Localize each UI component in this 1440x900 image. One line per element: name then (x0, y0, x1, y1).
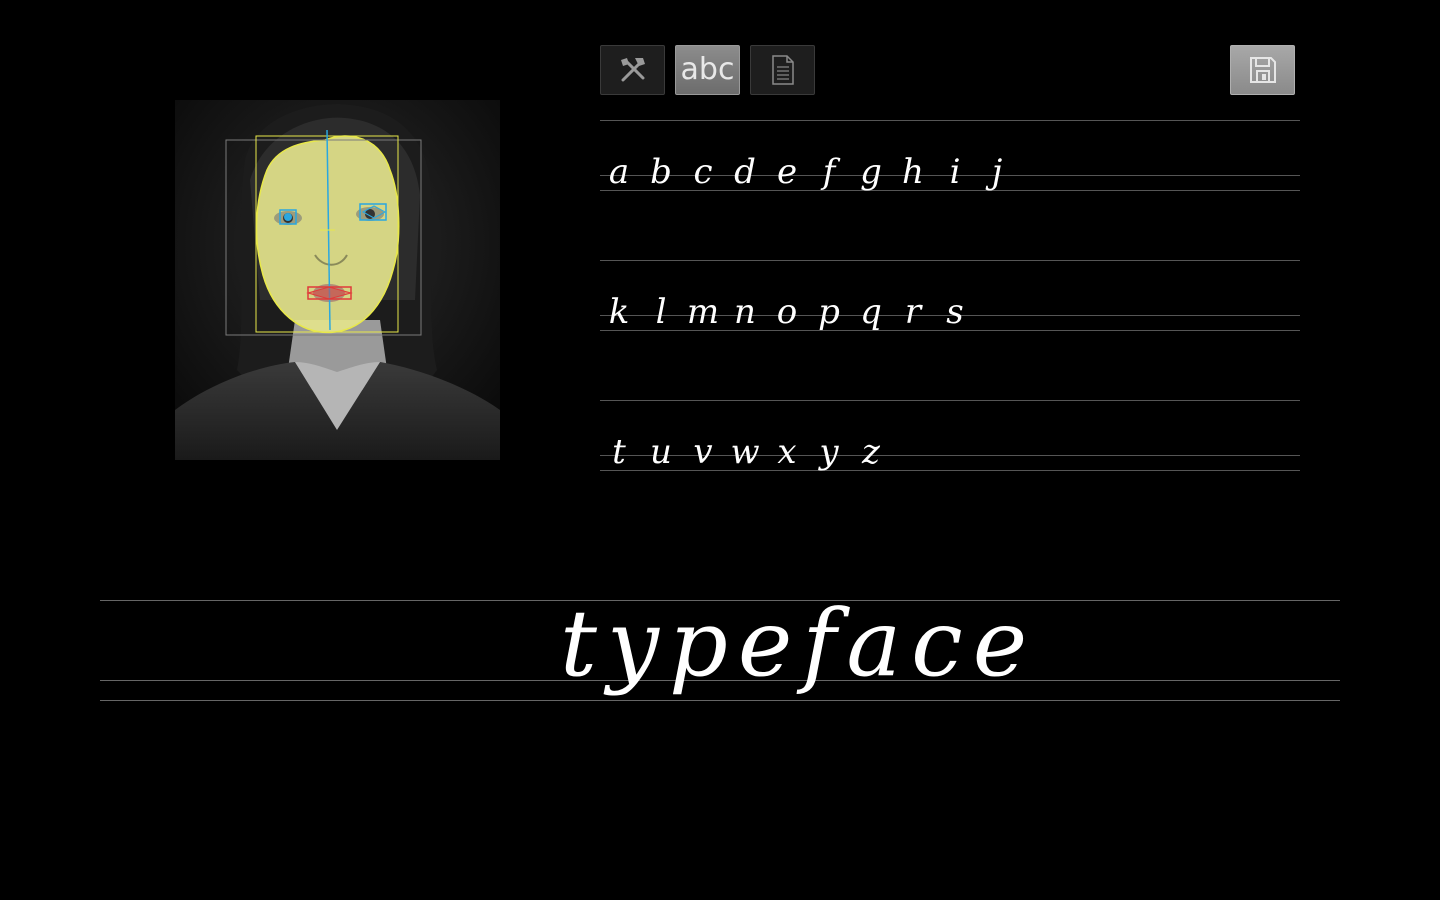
glyph-y[interactable]: y (808, 435, 850, 469)
glyph-p[interactable]: p (808, 295, 850, 329)
glyph-z[interactable]: z (850, 435, 892, 469)
glyph-u[interactable]: u (640, 435, 682, 469)
glyph-b[interactable]: b (640, 155, 682, 189)
glyph-c[interactable]: c (682, 155, 724, 189)
glyph-k[interactable]: k (598, 295, 640, 329)
glyph-o[interactable]: o (766, 295, 808, 329)
face-photo-panel (175, 100, 500, 460)
glyph-w[interactable]: w (724, 435, 766, 469)
glyph-e[interactable]: e (766, 155, 808, 189)
document-button[interactable] (750, 45, 815, 95)
guide-line (600, 260, 1300, 261)
document-icon (771, 55, 794, 85)
glyph-q[interactable]: q (850, 295, 892, 329)
save-button[interactable] (1230, 45, 1295, 95)
glyph-m[interactable]: m (682, 295, 724, 329)
glyph-d[interactable]: d (724, 155, 766, 189)
alphabet-button[interactable]: abc (675, 45, 740, 95)
sample-guide-line (100, 700, 1340, 701)
glyph-v[interactable]: v (682, 435, 724, 469)
glyph-a[interactable]: a (598, 155, 640, 189)
glyph-x[interactable]: x (766, 435, 808, 469)
tools-icon (620, 58, 645, 82)
glyph-t[interactable]: t (598, 435, 640, 469)
guide-line (600, 400, 1300, 401)
glyph-g[interactable]: g (850, 155, 892, 189)
glyph-n[interactable]: n (724, 295, 766, 329)
glyph-s[interactable]: s (934, 295, 976, 329)
guide-line (600, 120, 1300, 121)
glyph-h[interactable]: h (892, 155, 934, 189)
glyph-l[interactable]: l (640, 295, 682, 329)
alphabet-button-label: abc (680, 52, 735, 87)
alphabet-row-1: abcdefghij (598, 155, 1018, 189)
alphabet-row-3: tuvwxyz (598, 435, 892, 469)
glyph-r[interactable]: r (892, 295, 934, 329)
tools-button[interactable] (600, 45, 665, 95)
glyph-j[interactable]: j (976, 155, 1018, 189)
alphabet-row-2: klmnopqrs (598, 295, 976, 329)
sample-word: typeface (560, 590, 1038, 697)
save-icon (1249, 57, 1276, 83)
glyph-i[interactable]: i (934, 155, 976, 189)
glyph-f[interactable]: f (808, 155, 850, 189)
face-photo (175, 100, 500, 460)
